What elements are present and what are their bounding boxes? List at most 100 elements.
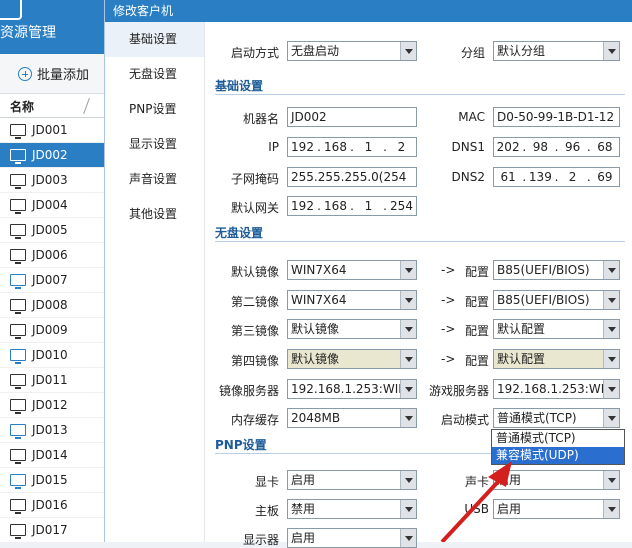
computer-icon [10, 524, 26, 539]
chevron-down-icon [400, 529, 416, 547]
dns2-input[interactable]: 61. 139. 2. 69 [493, 167, 620, 187]
batch-add-button[interactable]: 批量添加 [18, 64, 89, 83]
image-server-select[interactable]: 192.168.1.253:WIN [287, 379, 417, 399]
chevron-down-icon [603, 320, 619, 338]
nav-other-settings[interactable]: 其他设置 [105, 197, 204, 232]
image3-select[interactable]: 默认镜像 [287, 319, 417, 339]
machine-row[interactable]: JD016 [0, 493, 120, 518]
image-server-label: 镜像服务器 [218, 384, 279, 398]
usb-select[interactable]: 启用 [493, 499, 620, 519]
sound-label: 声卡 [464, 475, 489, 489]
dialog-title: 修改客户机 [105, 0, 632, 22]
dns2-label: DNS2 [451, 170, 485, 184]
group-label: 分组 [460, 46, 485, 60]
gpu-label: 显卡 [254, 475, 279, 489]
machine-row[interactable]: JD017 [0, 518, 120, 543]
column-divider[interactable] [83, 98, 90, 114]
ip-label: IP [268, 140, 279, 154]
start-mode-select[interactable]: 普通模式(TCP) [493, 408, 620, 428]
machine-row[interactable]: JD002 [0, 143, 120, 168]
chevron-down-icon [400, 350, 416, 368]
computer-icon [10, 174, 26, 189]
start-mode-dropdown: 普通模式(TCP) 兼容模式(UDP) [491, 429, 625, 465]
sound-select[interactable]: 启用 [493, 470, 620, 490]
machine-row[interactable]: JD004 [0, 193, 120, 218]
machine-row[interactable]: JD001 [0, 118, 120, 143]
subnet-input[interactable]: 255.255.255.0(254 [287, 167, 417, 187]
machine-row[interactable]: JD009 [0, 318, 120, 343]
image1-select[interactable]: WIN7X64 [287, 260, 417, 280]
config3-select[interactable]: 默认配置 [493, 319, 620, 339]
start-mode-option-udp[interactable]: 兼容模式(UDP) [492, 447, 624, 464]
config-label: 配置 [464, 324, 489, 338]
board-label: 主板 [254, 504, 279, 518]
section-divider [215, 94, 625, 95]
computer-icon [10, 324, 26, 339]
mac-input[interactable]: D0-50-99-1B-D1-12 [493, 107, 620, 127]
machine-row[interactable]: JD012 [0, 393, 120, 418]
image1-label: 默认镜像 [230, 265, 279, 279]
computer-icon [10, 399, 26, 414]
machine-name-input[interactable]: JD002 [287, 107, 417, 127]
group-select[interactable]: 默认分组 [493, 41, 620, 61]
boot-mode-select[interactable]: 无盘启动 [287, 41, 417, 61]
machine-row[interactable]: JD003 [0, 168, 120, 193]
nav-sound-settings[interactable]: 声音设置 [105, 162, 204, 197]
chevron-down-icon [603, 42, 619, 60]
image3-label: 第三镜像 [230, 324, 279, 338]
nav-display-settings[interactable]: 显示设置 [105, 127, 204, 162]
chevron-down-icon [400, 320, 416, 338]
app-toolbar: 批量添加 [0, 54, 120, 94]
nav-diskless-settings[interactable]: 无盘设置 [105, 57, 204, 92]
chevron-down-icon [603, 500, 619, 518]
config1-select[interactable]: B85(UEFI/BIOS) [493, 260, 620, 280]
image2-select[interactable]: WIN7X64 [287, 290, 417, 310]
computer-icon [10, 299, 26, 314]
start-mode-label: 启动模式 [440, 413, 489, 427]
board-select[interactable]: 禁用 [287, 499, 417, 519]
gateway-label: 默认网关 [230, 201, 279, 215]
config-label: 配置 [464, 295, 489, 309]
machine-row[interactable]: JD013 [0, 418, 120, 443]
computer-icon [10, 449, 26, 464]
arrow-text: -> [441, 293, 456, 307]
machine-row[interactable]: JD010 [0, 343, 120, 368]
machine-list-header[interactable]: 名称 [0, 94, 120, 118]
nav-pnp-settings[interactable]: PNP设置 [105, 92, 204, 127]
gateway-input[interactable]: 192. 168. 1. 254 [287, 196, 417, 216]
chevron-down-icon [603, 350, 619, 368]
section-divider [215, 241, 625, 242]
dialog-nav: 基础设置 无盘设置 PNP设置 显示设置 声音设置 其他设置 [105, 22, 205, 542]
machine-row[interactable]: JD011 [0, 368, 120, 393]
computer-icon [10, 124, 26, 139]
gpu-select[interactable]: 启用 [287, 470, 417, 490]
chevron-down-icon [603, 471, 619, 489]
machine-row[interactable]: JD005 [0, 218, 120, 243]
config2-select[interactable]: B85(UEFI/BIOS) [493, 290, 620, 310]
boot-mode-label: 启动方式 [230, 46, 279, 60]
ip-input[interactable]: 192. 168. 1. 2 [287, 137, 417, 157]
start-mode-option-tcp[interactable]: 普通模式(TCP) [492, 430, 624, 447]
computer-icon [10, 349, 26, 364]
chevron-down-icon [400, 261, 416, 279]
chevron-down-icon [603, 380, 619, 398]
diskless-section-title: 无盘设置 [215, 226, 264, 240]
mem-cache-label: 内存缓存 [230, 413, 279, 427]
computer-icon [10, 499, 26, 514]
arrow-text: -> [441, 322, 456, 336]
display-select[interactable]: 启用 [287, 528, 417, 548]
computer-icon [10, 224, 26, 239]
app-title: 资源管理 [0, 25, 56, 41]
config4-select[interactable]: 默认配置 [493, 349, 620, 369]
image2-label: 第二镜像 [230, 295, 279, 309]
mem-cache-select[interactable]: 2048MB [287, 408, 417, 428]
machine-row[interactable]: JD008 [0, 293, 120, 318]
game-server-select[interactable]: 192.168.1.253:WIN [493, 379, 620, 399]
machine-row[interactable]: JD014 [0, 443, 120, 468]
image4-select[interactable]: 默认镜像 [287, 349, 417, 369]
machine-row[interactable]: JD007 [0, 268, 120, 293]
machine-row[interactable]: JD015 [0, 468, 120, 493]
machine-row[interactable]: JD006 [0, 243, 120, 268]
nav-basic-settings[interactable]: 基础设置 [105, 22, 204, 57]
dns1-input[interactable]: 202. 98. 96. 68 [493, 137, 620, 157]
